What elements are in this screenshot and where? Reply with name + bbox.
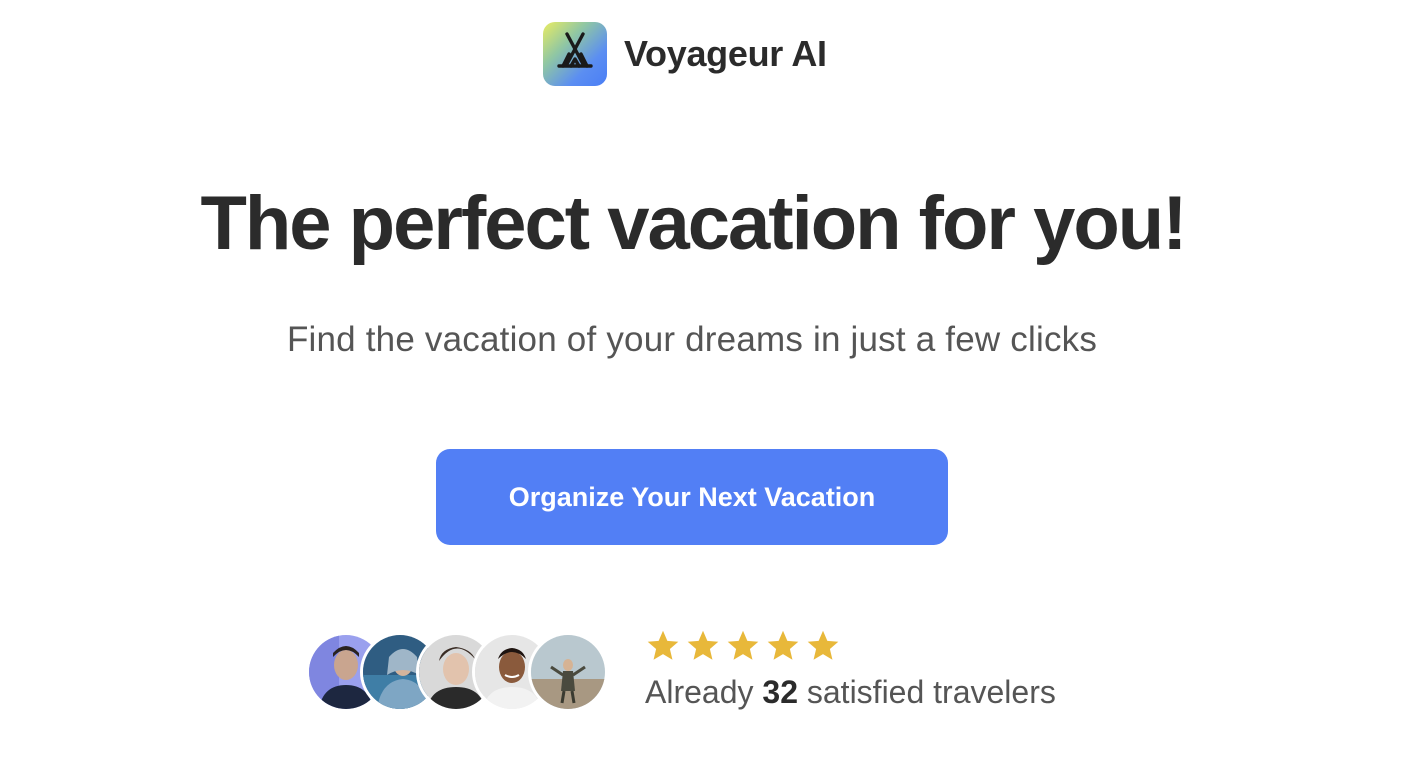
proof-suffix: satisfied travelers: [797, 674, 1056, 710]
star-icon: [647, 630, 679, 660]
satisfied-travelers-text: Already 32 satisfied travelers: [645, 674, 1056, 711]
brand-header[interactable]: Voyageur AI: [543, 22, 827, 86]
traveler-count: 32: [762, 674, 798, 710]
brand-name[interactable]: Voyageur AI: [624, 33, 827, 75]
landing-page: Voyageur AI The perfect vacation for you…: [0, 0, 1402, 778]
tent-icon: [553, 30, 597, 79]
proof-prefix: Already: [645, 674, 763, 710]
rating-summary: Already 32 satisfied travelers: [645, 626, 1056, 711]
star-rating: [645, 626, 1056, 666]
avatar-group: [306, 632, 616, 714]
brand-logo[interactable]: [543, 22, 607, 86]
star-icon: [767, 630, 799, 660]
hero-subtitle: Find the vacation of your dreams in just…: [286, 320, 1098, 359]
hero-title: The perfect vacation for you!: [200, 181, 1187, 266]
star-icon: [807, 630, 839, 660]
organize-vacation-button[interactable]: Organize Your Next Vacation: [436, 449, 948, 545]
star-icon: [687, 630, 719, 660]
star-icon: [727, 630, 759, 660]
traveler-avatar-5: [528, 632, 608, 712]
